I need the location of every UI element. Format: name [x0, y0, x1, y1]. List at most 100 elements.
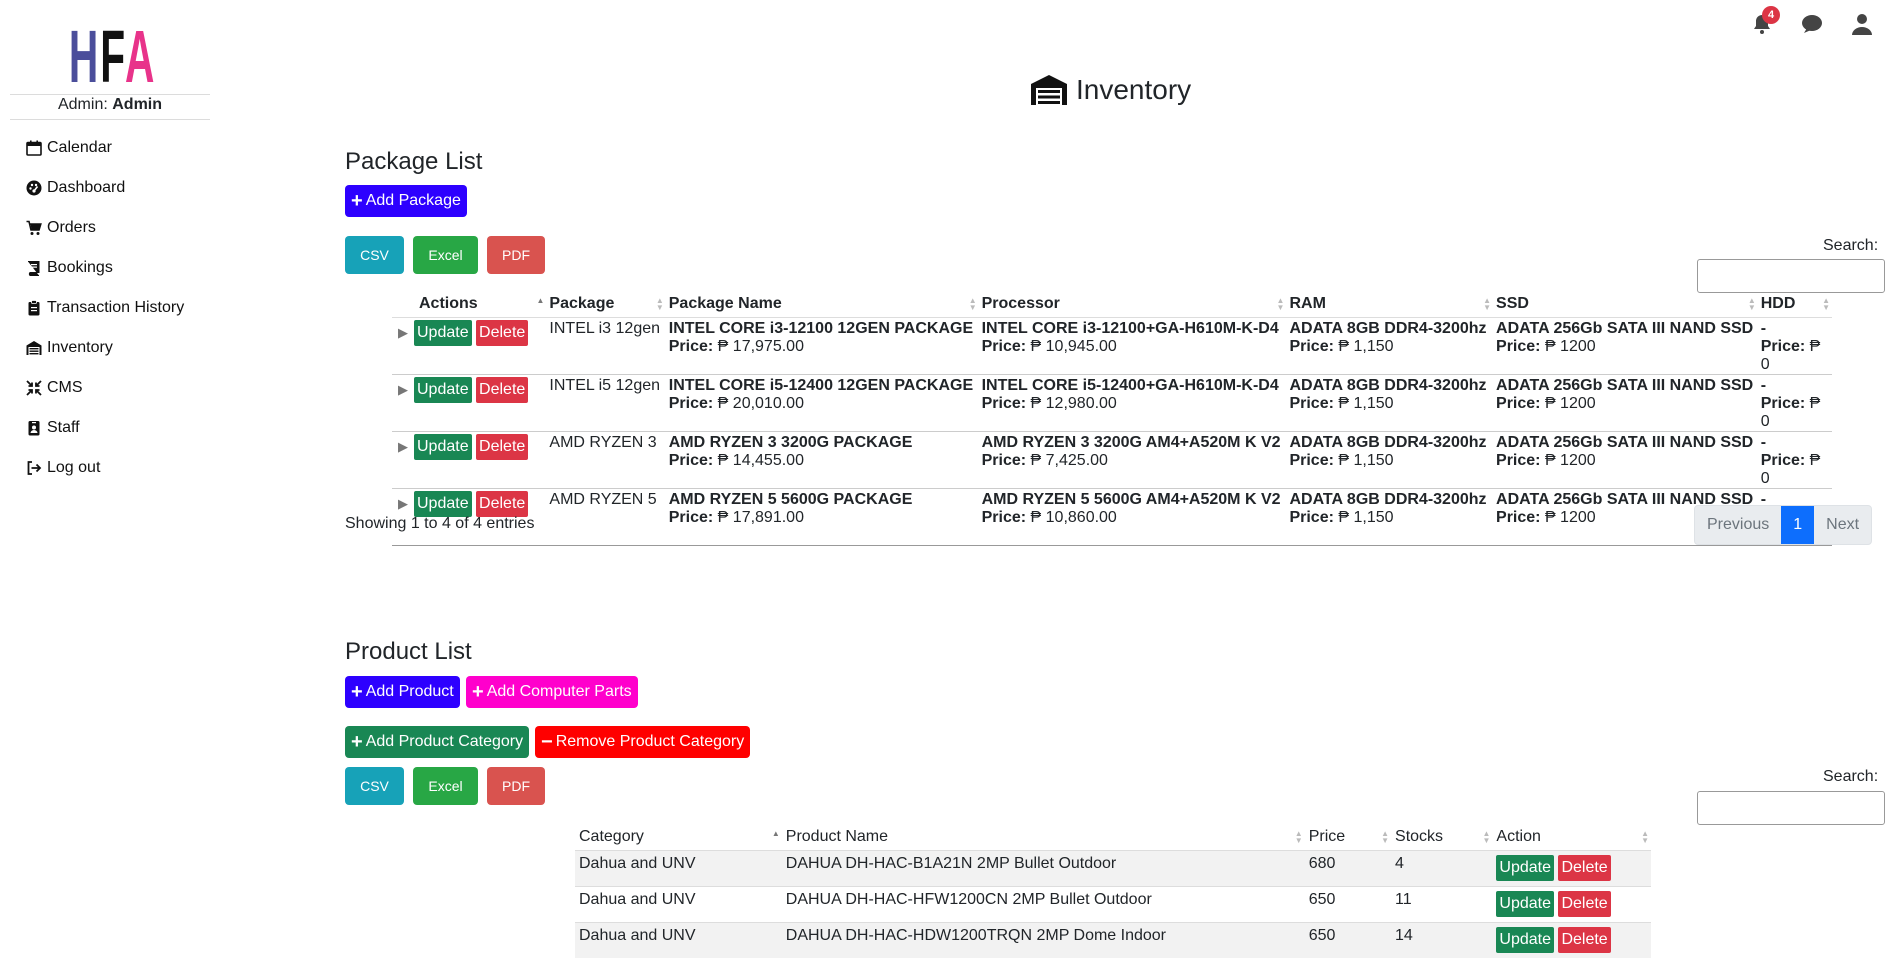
- sidebar-item-transaction-history[interactable]: Transaction History: [26, 288, 184, 328]
- sidebar-item-cms[interactable]: CMS: [26, 368, 184, 408]
- table-row: Dahua and UNV DAHUA DH-HAC-HDW1200TRQN 2…: [575, 922, 1651, 958]
- column-header-hdd[interactable]: HDD ▲ ▼: [1757, 291, 1832, 318]
- excel-export-button[interactable]: Excel: [413, 767, 478, 805]
- package-search-input[interactable]: [1697, 259, 1885, 293]
- column-header-package[interactable]: Package ▲ ▼: [546, 291, 666, 318]
- expand-row-icon[interactable]: ▶: [398, 325, 408, 340]
- column-header-ram[interactable]: RAM ▲ ▼: [1286, 291, 1494, 318]
- compress-icon: [26, 380, 42, 396]
- hfa-logo: H F A: [70, 18, 154, 84]
- csv-export-button[interactable]: CSV: [345, 236, 404, 274]
- pdf-export-button[interactable]: PDF: [487, 767, 545, 805]
- pagination-next[interactable]: Next: [1814, 506, 1871, 544]
- sidebar-item-staff[interactable]: Staff: [26, 408, 184, 448]
- remove-product-category-label: Remove Product Category: [555, 733, 745, 750]
- profile-button[interactable]: [1850, 12, 1874, 36]
- svg-text:A: A: [125, 18, 154, 84]
- pagination-page-1[interactable]: 1: [1781, 506, 1815, 544]
- delete-button[interactable]: Delete: [476, 377, 529, 403]
- update-button[interactable]: Update: [414, 377, 472, 403]
- csv-export-button[interactable]: CSV: [345, 767, 404, 805]
- ram-cell: ADATA 8GB DDR4-3200hz Price: ₱ 1,150: [1286, 488, 1494, 546]
- product-table: Category ▲ Product Name ▲ ▼ Price ▲ ▼ Stocks ▲…: [575, 824, 1651, 958]
- update-button[interactable]: Update: [414, 320, 472, 346]
- add-product-category-button[interactable]: + Add Product Category: [345, 726, 530, 758]
- table-row: ▶ Update Delete AMD RYZEN 3 AMD RYZEN 3 3…: [392, 431, 1832, 489]
- update-button[interactable]: Update: [1496, 927, 1554, 953]
- price-cell: 650: [1304, 922, 1392, 958]
- sidebar-item-orders[interactable]: Orders: [26, 208, 184, 248]
- dashboard-icon: [26, 180, 42, 196]
- sidebar-item-dashboard[interactable]: Dashboard: [26, 168, 184, 208]
- delete-button[interactable]: Delete: [476, 491, 529, 517]
- messages-button[interactable]: [1800, 12, 1824, 36]
- package-name-cell: INTEL CORE i5-12400 12GEN PACKAGE Price: …: [665, 374, 979, 432]
- processor-cell: AMD RYZEN 3 3200G AM4+A520M K V2 Price: ₱…: [978, 431, 1287, 489]
- column-header-ssd[interactable]: SSD ▲ ▼: [1493, 291, 1758, 318]
- delete-button[interactable]: Delete: [1558, 855, 1611, 881]
- page-title-text: Inventory: [1076, 74, 1192, 105]
- column-header-action[interactable]: Action ▲ ▼: [1492, 824, 1651, 851]
- delete-button[interactable]: Delete: [476, 320, 529, 346]
- processor-cell: AMD RYZEN 5 5600G AM4+A520M K V2 Price: ₱…: [978, 488, 1287, 546]
- plus-icon: +: [472, 681, 484, 703]
- package-table-header: Actions ▲ Package ▲ ▼ Package Name ▲ ▼ Proces…: [392, 291, 1832, 318]
- column-header-price[interactable]: Price ▲ ▼: [1304, 824, 1392, 851]
- table-row: ▶ Update Delete AMD RYZEN 5 AMD RYZEN 5 5…: [392, 488, 1832, 546]
- expand-row-icon[interactable]: ▶: [398, 439, 408, 454]
- update-button[interactable]: Update: [1496, 891, 1554, 917]
- actions-cell: ▶ Update Delete: [392, 374, 547, 432]
- delete-button[interactable]: Delete: [1558, 891, 1611, 917]
- category-cell: Dahua and UNV: [575, 886, 782, 923]
- cart-icon: [26, 220, 42, 235]
- sidebar-item-inventory[interactable]: Inventory: [26, 328, 184, 368]
- package-list-title: Package List: [345, 148, 483, 175]
- update-button[interactable]: Update: [1496, 855, 1554, 881]
- chat-icon: [1802, 15, 1822, 33]
- remove-product-category-button[interactable]: − Remove Product Category: [535, 726, 751, 758]
- expand-row-icon[interactable]: ▶: [398, 496, 408, 511]
- stocks-cell: 4: [1391, 850, 1493, 887]
- add-computer-parts-button[interactable]: + Add Computer Parts: [466, 676, 638, 708]
- column-header-package-name[interactable]: Package Name ▲ ▼: [665, 291, 979, 318]
- table-row: ▶ Update Delete INTEL i3 12gen INTEL CORE…: [392, 317, 1832, 375]
- pdf-export-button[interactable]: PDF: [487, 236, 545, 274]
- add-package-label: Add Package: [365, 192, 461, 209]
- sidebar-item-label: Dashboard: [47, 179, 126, 196]
- excel-export-button[interactable]: Excel: [413, 236, 478, 274]
- table-row: ▶ Update Delete INTEL i5 12gen INTEL CORE…: [392, 374, 1832, 432]
- stocks-cell: 11: [1391, 886, 1493, 923]
- package-cell: INTEL i5 12gen: [546, 374, 666, 432]
- notification-badge: 4: [1762, 6, 1780, 24]
- sidebar-item-logout[interactable]: Log out: [26, 448, 184, 488]
- actions-cell: ▶ Update Delete: [392, 317, 547, 375]
- svg-text:F: F: [100, 18, 125, 84]
- pagination-previous[interactable]: Previous: [1695, 506, 1781, 544]
- expand-row-icon[interactable]: ▶: [398, 382, 408, 397]
- column-header-stocks[interactable]: Stocks ▲ ▼: [1391, 824, 1493, 851]
- delete-button[interactable]: Delete: [1558, 927, 1611, 953]
- column-header-product-name[interactable]: Product Name ▲ ▼: [781, 824, 1305, 851]
- sidebar-item-bookings[interactable]: Bookings: [26, 248, 184, 288]
- column-header-actions[interactable]: Actions ▲: [392, 291, 547, 318]
- sidebar-divider: [10, 119, 210, 120]
- product-search-input[interactable]: [1697, 791, 1885, 825]
- hdd-cell: -Price: ₱ 0: [1757, 431, 1832, 489]
- add-product-label: Add Product: [365, 683, 454, 700]
- delete-button[interactable]: Delete: [476, 434, 529, 460]
- calendar-icon: [26, 140, 42, 156]
- category-cell: Dahua and UNV: [575, 922, 782, 958]
- update-button[interactable]: Update: [414, 434, 472, 460]
- sidebar-item-label: Log out: [47, 459, 101, 476]
- sidebar-item-calendar[interactable]: Calendar: [26, 128, 184, 168]
- ram-cell: ADATA 8GB DDR4-3200hz Price: ₱ 1,150: [1286, 431, 1494, 489]
- svg-text:H: H: [70, 18, 98, 84]
- add-package-button[interactable]: + Add Package: [345, 185, 467, 217]
- update-button[interactable]: Update: [414, 491, 472, 517]
- column-header-category[interactable]: Category ▲: [575, 824, 782, 851]
- notifications-button[interactable]: 4: [1750, 6, 1780, 36]
- column-header-processor[interactable]: Processor ▲ ▼: [978, 291, 1287, 318]
- add-product-button[interactable]: + Add Product: [345, 676, 460, 708]
- package-pagination: Previous 1 Next: [1694, 505, 1873, 545]
- admin-label: Admin:: [57, 96, 108, 113]
